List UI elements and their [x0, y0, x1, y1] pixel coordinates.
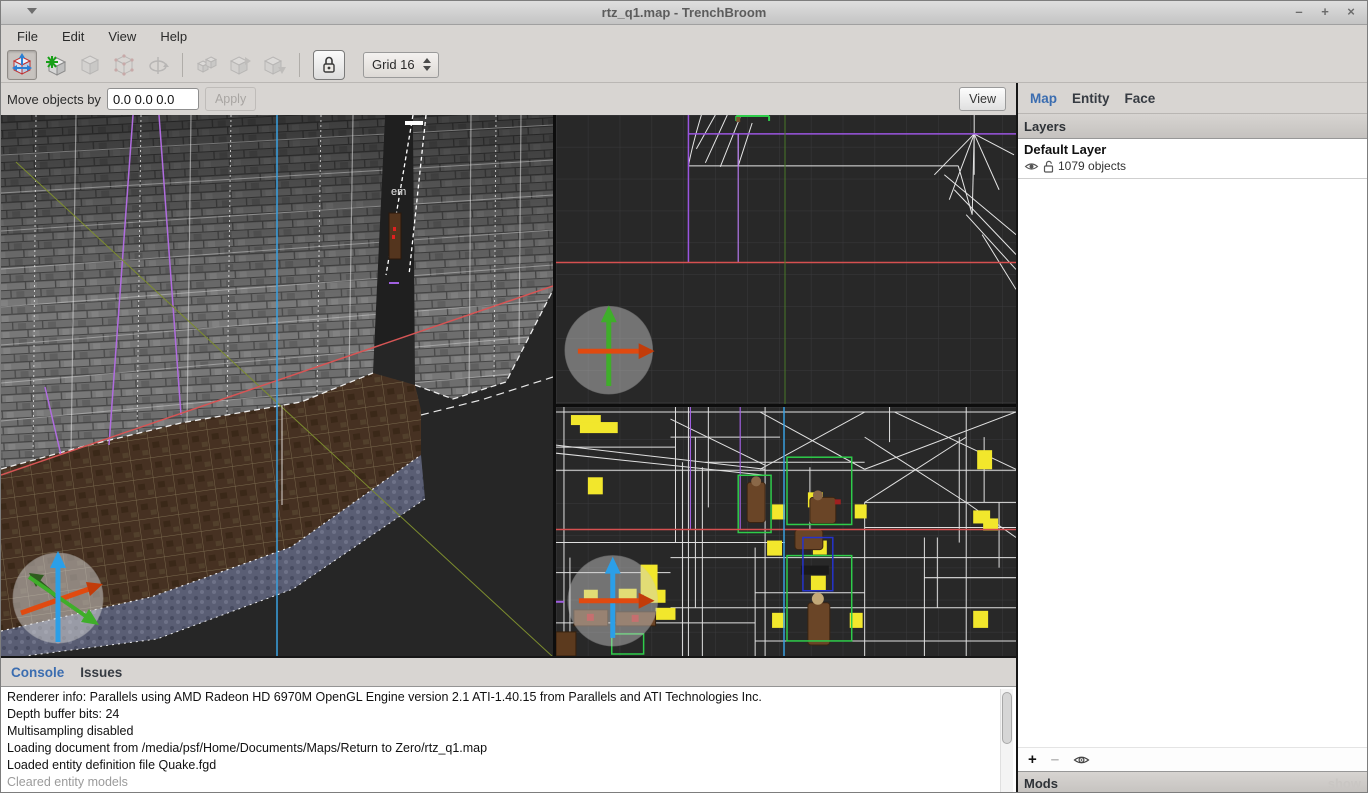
console-output[interactable]: Renderer info: Parallels using AMD Radeo…	[1, 686, 1016, 793]
add-layer-button[interactable]: +	[1028, 753, 1037, 767]
create-brush-tool-icon	[44, 53, 68, 77]
console-panel: Console Issues Renderer info: Parallels …	[1, 656, 1016, 793]
close-button[interactable]: ×	[1343, 4, 1359, 19]
lock-icon	[320, 55, 338, 75]
tab-face[interactable]: Face	[1125, 91, 1156, 106]
rotate-tool-icon	[146, 53, 170, 77]
grid-size-spin-arrows[interactable]	[420, 58, 438, 71]
spin-up-icon[interactable]	[423, 58, 431, 63]
console-scrollbar-thumb[interactable]	[1002, 692, 1012, 744]
entity-label-fragment: em	[391, 186, 406, 198]
inspector-panel: Map Entity Face Layers Default Layer	[1016, 83, 1367, 793]
maximize-button[interactable]: +	[1317, 4, 1333, 19]
remove-layer-button: –	[1051, 753, 1059, 767]
layer-list[interactable]: Default Layer 1079 objects	[1018, 139, 1367, 747]
toolbar-separator	[182, 53, 183, 77]
toolbar: Grid 16	[1, 47, 1367, 83]
viewport-area: em	[1, 115, 1016, 656]
toggle-visibility-eye-button[interactable]	[1073, 754, 1090, 766]
mods-section: Mods show	[1018, 771, 1367, 793]
rotate-tool-button	[143, 50, 173, 80]
compass-gizmo-bottom	[568, 556, 658, 646]
grid-size-label: Grid 16	[364, 57, 420, 72]
view-dropdown-button[interactable]: View	[959, 87, 1006, 111]
trenchbroom-window: rtz_q1.map - TrenchBroom – + × File Edit…	[0, 0, 1368, 793]
mods-header-title: Mods	[1024, 776, 1058, 791]
console-line: Loaded entity definition file Quake.fgd	[7, 757, 1010, 774]
menu-edit[interactable]: Edit	[50, 27, 96, 46]
duplicate-objects-icon	[195, 53, 219, 77]
clip-tool-icon	[78, 53, 102, 77]
move-objects-label: Move objects by	[7, 92, 101, 107]
grid-size-spinner[interactable]: Grid 16	[363, 52, 439, 78]
menu-file[interactable]: File	[5, 27, 50, 46]
layer-unlocked-icon[interactable]	[1043, 160, 1054, 173]
move-objects-input[interactable]	[107, 88, 199, 110]
flip-horizontal-icon	[229, 53, 253, 77]
console-tab-bar: Console Issues	[1, 658, 1016, 686]
console-line: Loading document from /media/psf/Home/Do…	[7, 740, 1010, 757]
inspector-tab-bar: Map Entity Face	[1018, 83, 1367, 113]
layer-row-default[interactable]: Default Layer 1079 objects	[1018, 139, 1367, 179]
console-scrollbar[interactable]	[1000, 689, 1013, 793]
action-bar: Move objects by Apply View	[1, 83, 1016, 115]
move-objects-tool-button[interactable]	[7, 50, 37, 80]
viewport-3d[interactable]: em	[1, 115, 553, 656]
vertex-tool-button	[109, 50, 139, 80]
tab-entity[interactable]: Entity	[1072, 91, 1110, 106]
console-line: Depth buffer bits: 24	[7, 706, 1010, 723]
apply-button[interactable]: Apply	[205, 87, 256, 111]
console-line: Multisampling disabled	[7, 723, 1010, 740]
entity-dot	[736, 117, 740, 122]
flip-horizontal-tool-button	[226, 50, 256, 80]
mods-show-link[interactable]: show	[1328, 776, 1361, 791]
layers-header: Layers	[1018, 113, 1367, 139]
toolbar-separator	[299, 53, 300, 77]
flip-vertical-icon	[263, 53, 287, 77]
console-line: Renderer info: Parallels using AMD Radeo…	[7, 689, 1010, 706]
wireframe-highlight	[405, 121, 423, 125]
console-line: Cleared entity models	[7, 774, 1010, 791]
layer-controls: + –	[1018, 747, 1367, 771]
viewport-2d-bottom[interactable]	[556, 407, 1016, 656]
tab-issues[interactable]: Issues	[80, 665, 122, 680]
move-objects-tool-icon	[10, 53, 34, 77]
duplicate-objects-tool-button	[192, 50, 222, 80]
layer-visible-eye-icon[interactable]	[1024, 161, 1039, 172]
titlebar[interactable]: rtz_q1.map - TrenchBroom – + ×	[1, 1, 1367, 25]
menu-view[interactable]: View	[96, 27, 148, 46]
window-title: rtz_q1.map - TrenchBroom	[1, 5, 1367, 20]
menu-help[interactable]: Help	[148, 27, 199, 46]
layer-name: Default Layer	[1024, 142, 1361, 157]
spin-down-icon[interactable]	[423, 66, 431, 71]
texture-lock-toggle-button[interactable]	[313, 50, 345, 80]
minimize-button[interactable]: –	[1291, 4, 1307, 19]
menubar: File Edit View Help	[1, 25, 1367, 47]
create-brush-tool-button[interactable]	[41, 50, 71, 80]
tab-map[interactable]: Map	[1030, 91, 1057, 106]
vertex-tool-icon	[112, 53, 136, 77]
viewport-2d-top[interactable]	[556, 115, 1016, 404]
layer-object-count: 1079 objects	[1058, 159, 1126, 173]
flip-vertical-tool-button	[260, 50, 290, 80]
tab-console[interactable]: Console	[11, 665, 64, 680]
clip-tool-button	[75, 50, 105, 80]
